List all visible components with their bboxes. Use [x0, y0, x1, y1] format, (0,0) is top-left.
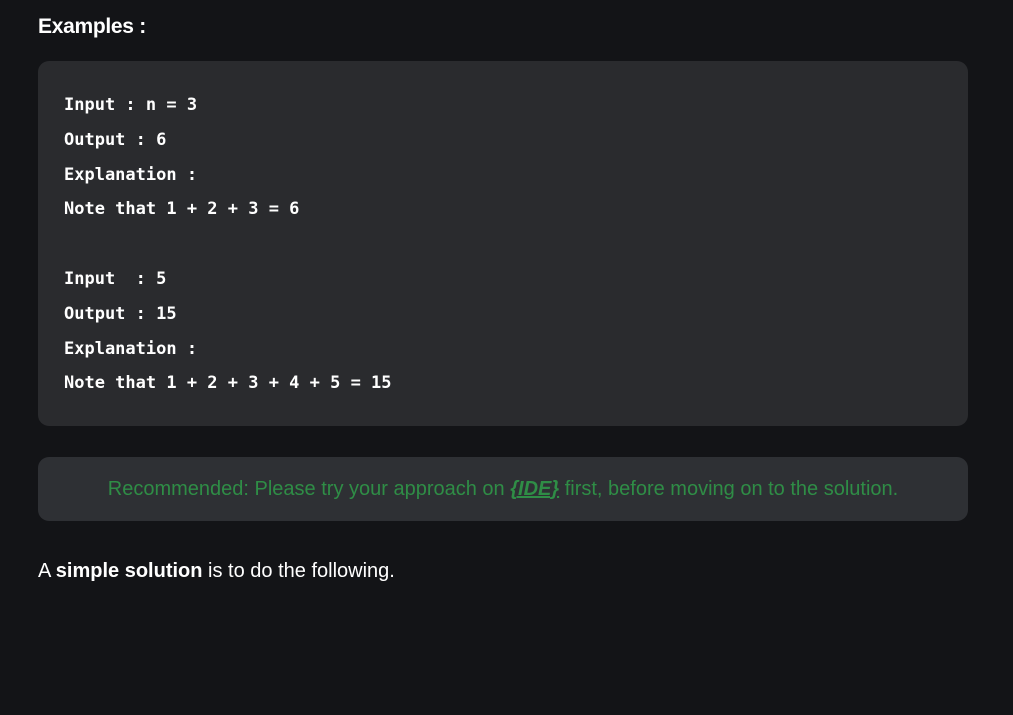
code-line: Output : 15	[64, 303, 177, 324]
recommendation-text-start: Recommended: Please try your approach on	[107, 477, 511, 500]
recommendation-banner: Recommended: Please try your approach on…	[38, 457, 968, 521]
ide-link[interactable]: {IDE}	[510, 478, 559, 501]
solution-paragraph: A simple solution is to do the following…	[38, 560, 395, 583]
code-line: Output : 6	[64, 129, 167, 150]
solution-suffix: is to do the following.	[202, 560, 395, 582]
code-line: Input : 5	[64, 268, 167, 289]
code-line: Input : n = 3	[64, 95, 198, 115]
solution-prefix: A	[38, 560, 56, 582]
recommendation-text-end: first, before moving on to the solution.	[559, 477, 899, 500]
code-block: Input : n = 3 Output : 6 Explanation : N…	[38, 61, 968, 426]
code-line: Note that 1 + 2 + 3 = 6	[64, 199, 300, 220]
code-line: Note that 1 + 2 + 3 + 4 + 5 = 15	[64, 373, 392, 394]
solution-emphasis: simple solution	[55, 560, 203, 582]
code-line: Explanation :	[64, 338, 198, 359]
code-line: Explanation :	[64, 164, 198, 185]
examples-heading: Examples :	[38, 15, 146, 38]
